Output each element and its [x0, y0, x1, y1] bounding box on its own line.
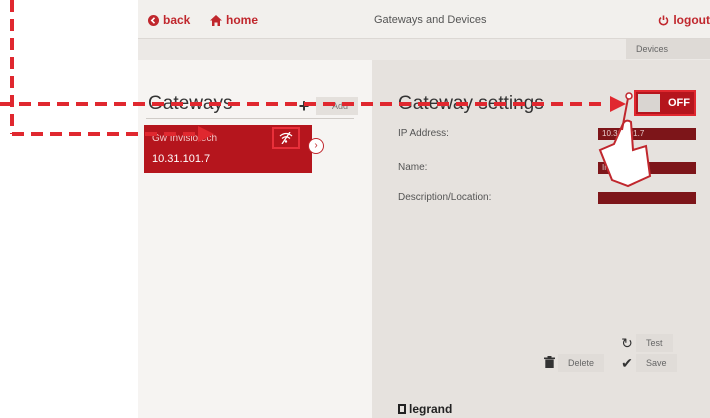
gateway-settings-pane: Gateway settings OFF IP Address: 10.31.1… — [372, 60, 710, 418]
gateway-list-item[interactable]: Gw Invisiotech 10.31.101.7 — [144, 125, 312, 173]
enable-toggle[interactable]: OFF — [634, 90, 696, 116]
divider — [146, 118, 354, 119]
legrand-logo: legrand — [398, 402, 452, 416]
save-label: Save — [636, 354, 677, 372]
add-gateway-button[interactable]: + Add — [292, 96, 370, 116]
power-icon — [659, 15, 669, 26]
chevron-right-icon[interactable]: › — [308, 138, 324, 154]
refresh-icon: ↻ — [621, 334, 633, 351]
home-link[interactable]: home — [210, 13, 258, 27]
gateway-ip: 10.31.101.7 — [152, 153, 211, 165]
gateway-name: Gw Invisiotech — [152, 133, 218, 144]
save-button[interactable]: ✔ Save — [618, 354, 677, 372]
add-label: Add — [316, 97, 359, 115]
plus-icon: + — [298, 95, 310, 116]
trash-icon — [540, 355, 558, 371]
toggle-label: OFF — [668, 97, 690, 109]
settings-heading: Gateway settings — [398, 93, 544, 114]
name-label: Name: — [398, 162, 428, 173]
brand-name: legrand — [409, 402, 453, 416]
test-button[interactable]: ↻ Test — [618, 334, 673, 352]
home-icon — [210, 14, 222, 26]
page-title: Gateways and Devices — [374, 14, 487, 26]
toggle-knob — [638, 94, 660, 112]
back-label: back — [163, 13, 191, 27]
description-label: Description/Location: — [398, 192, 492, 203]
chevron-left-circle-icon — [148, 14, 159, 26]
logout-link[interactable]: logout — [658, 13, 710, 27]
ip-address-field[interactable]: 10.31.101.7 — [598, 128, 696, 140]
home-label: home — [226, 13, 259, 27]
logout-label: logout — [673, 13, 710, 27]
description-field[interactable] — [598, 192, 696, 204]
top-bar: back home Gateways and Devices logout — [138, 0, 710, 39]
delete-button[interactable]: Delete — [540, 354, 605, 372]
ip-address-label: IP Address: — [398, 128, 449, 139]
gateways-heading: Gateways — [148, 93, 233, 114]
wifi-off-icon[interactable] — [272, 127, 300, 149]
gateways-pane: Gateways + Add Gw Invisiotech 10.31.101.… — [138, 60, 372, 418]
test-label: Test — [636, 334, 673, 352]
name-field[interactable]: Invisiotech — [598, 162, 696, 174]
delete-label: Delete — [558, 354, 605, 372]
breadcrumb-devices[interactable]: Devices — [626, 39, 710, 59]
checkmark-icon: ✔ — [621, 354, 633, 371]
back-link[interactable]: back — [148, 13, 190, 27]
app-window: back home Gateways and Devices logout De… — [138, 0, 710, 418]
logo-mark — [398, 404, 406, 414]
